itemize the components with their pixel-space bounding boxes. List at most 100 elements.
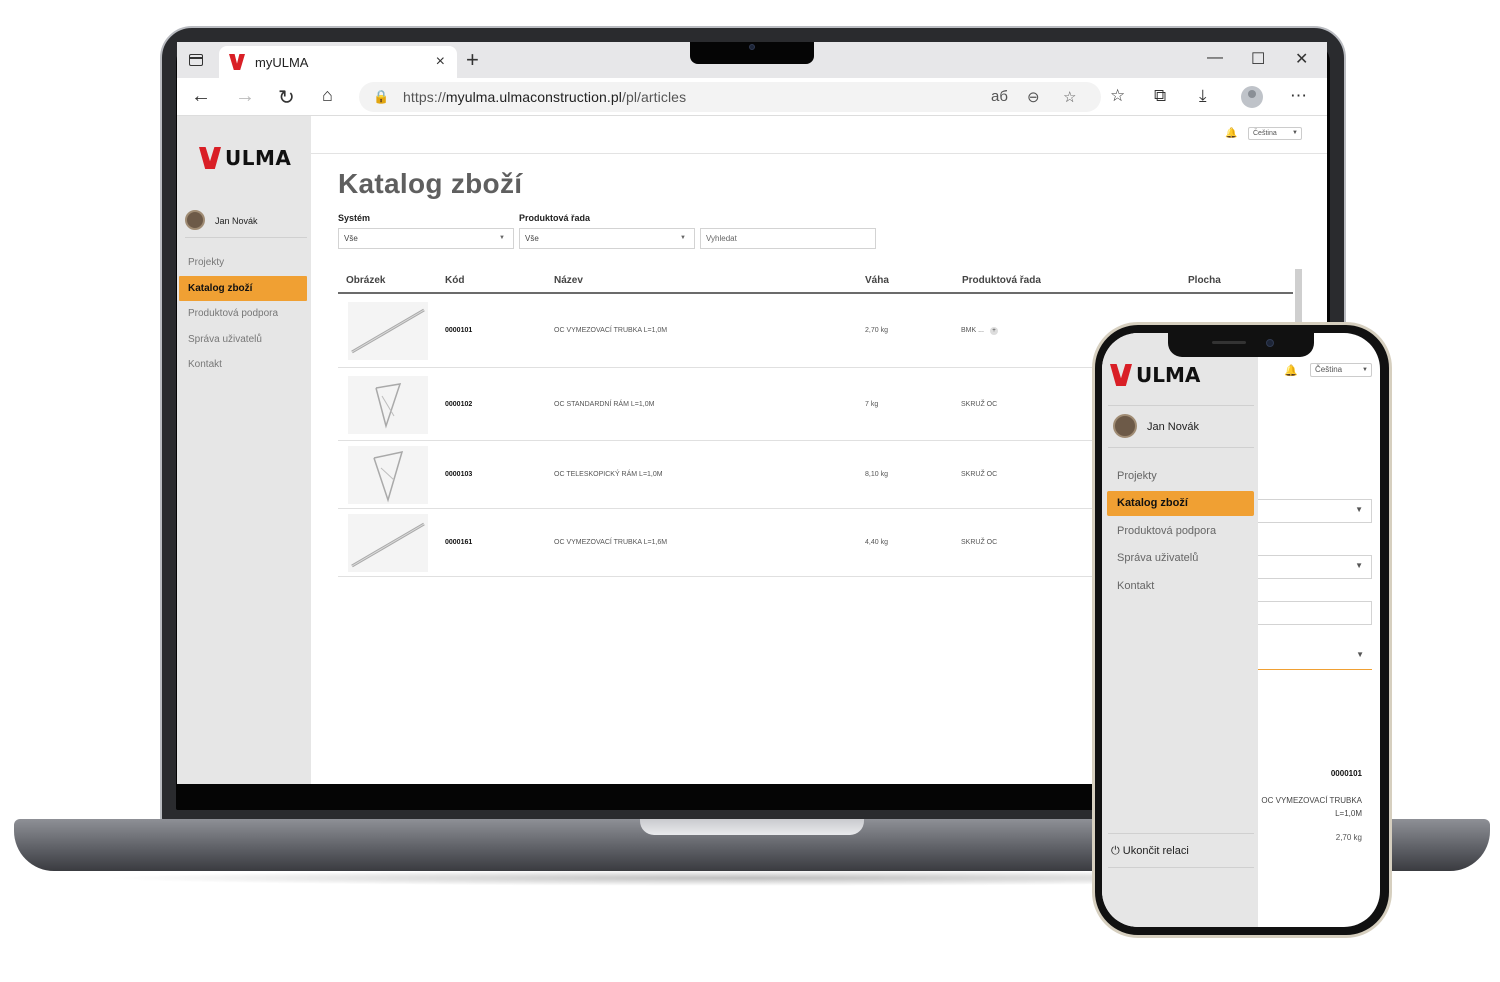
maximize-icon[interactable]: ☐ <box>1251 49 1265 69</box>
chevron-down-icon: ▼ <box>1362 367 1368 373</box>
url-prefix: https:// <box>403 89 446 105</box>
page-title: Katalog zboží <box>338 168 523 199</box>
system-select[interactable]: ▼ <box>1258 499 1372 523</box>
line-label: Produktová řada <box>519 213 591 223</box>
close-window-icon[interactable]: ✕ <box>1295 49 1308 69</box>
sidebar-item-uzivatele[interactable]: Správa uživatelů <box>179 327 307 352</box>
sidebar-item-katalog[interactable]: Katalog zboží <box>1107 491 1254 517</box>
row-line: SKRUŽ OC <box>961 539 998 546</box>
item-weight: 2,70 kg <box>1335 833 1362 842</box>
user-profile[interactable]: Jan Novák <box>185 210 307 238</box>
camera-icon <box>749 44 755 50</box>
ulma-favicon-icon <box>229 54 245 70</box>
scrollbar[interactable] <box>1295 269 1302 324</box>
ulma-logo-mark-icon <box>1110 364 1132 386</box>
sidebar-item-kontakt[interactable]: Kontakt <box>179 352 307 377</box>
back-icon[interactable]: ← <box>191 85 211 108</box>
ulma-logo-mark-icon <box>199 147 221 169</box>
search-input[interactable] <box>1258 601 1372 625</box>
ulma-logo-text[interactable]: ULMA <box>1136 363 1200 387</box>
logout-button[interactable]: ⏻ Ukončit relaci <box>1111 845 1189 858</box>
user-name[interactable]: Jan Novák <box>1147 421 1199 433</box>
column-header-code[interactable]: Kód <box>445 275 464 286</box>
product-image <box>348 514 428 572</box>
bell-icon[interactable]: 🔔 <box>1284 364 1298 377</box>
logout-label: Ukončit relaci <box>1122 845 1189 857</box>
favorites-icon[interactable]: ☆ <box>1110 86 1125 106</box>
sidebar-item-katalog[interactable]: Katalog zboží <box>179 275 307 301</box>
column-header-image[interactable]: Obrázek <box>346 275 385 286</box>
chevron-down-icon: ▼ <box>1355 505 1363 514</box>
row-line: BMK ... + <box>961 327 998 335</box>
new-tab-button[interactable]: + <box>466 47 479 73</box>
tab-actions-icon[interactable] <box>189 54 203 66</box>
phone-screen: 🔔 Čeština ▼ ▼ ▼ ▼ 0000101 OC VYMEZOVACÍ T… <box>1102 333 1380 927</box>
sidebar-item-uzivatele[interactable]: Správa uživatelů <box>1107 546 1254 571</box>
zoom-out-icon[interactable]: ⊖ <box>1027 88 1040 106</box>
sort-underline <box>1258 669 1372 670</box>
system-select[interactable]: Vše ▼ <box>338 228 514 249</box>
sidebar-menu: Projekty Katalog zboží Produktová podpor… <box>179 250 307 378</box>
more-info-icon[interactable]: + <box>989 327 998 335</box>
home-icon[interactable]: ⌂ <box>322 85 333 106</box>
add-favorite-icon[interactable]: ☆ <box>1063 88 1076 106</box>
tab-close-icon[interactable]: × <box>436 53 445 71</box>
minimize-icon[interactable]: — <box>1207 49 1223 67</box>
url-path: /pl/articles <box>621 89 687 105</box>
divider <box>1108 833 1254 834</box>
avatar <box>1113 414 1137 438</box>
sidebar-item-projekty[interactable]: Projekty <box>1107 464 1254 489</box>
chevron-down-icon: ▼ <box>1356 650 1364 659</box>
divider <box>1108 867 1254 868</box>
collections-icon[interactable]: ⧉ <box>1154 86 1166 106</box>
forward-icon[interactable]: → <box>235 85 255 108</box>
lock-icon[interactable]: 🔒 <box>373 89 389 105</box>
bell-icon[interactable]: 🔔 <box>1225 128 1237 139</box>
line-select[interactable]: Vše ▼ <box>519 228 695 249</box>
sidebar-item-podpora[interactable]: Produktová podpora <box>179 301 307 326</box>
sidebar-item-kontakt[interactable]: Kontakt <box>1107 574 1254 599</box>
column-header-name[interactable]: Název <box>554 275 583 286</box>
ulma-logo-text: ULMA <box>225 146 292 170</box>
column-header-weight[interactable]: Váha <box>865 275 889 286</box>
tab-title: myULMA <box>255 55 309 70</box>
read-aloud-icon[interactable]: аб <box>991 88 1008 105</box>
more-menu-icon[interactable]: ⋯ <box>1290 86 1307 106</box>
divider <box>1108 447 1254 448</box>
divider <box>1108 405 1254 406</box>
language-select[interactable]: Čeština ▼ <box>1310 363 1372 377</box>
url-text[interactable]: https://myulma.ulmaconstruction.pl/pl/ar… <box>403 89 686 105</box>
app-topbar: 🔔 Čeština ▼ <box>311 116 1327 154</box>
downloads-icon[interactable]: ⤓ <box>1199 86 1207 106</box>
column-header-area[interactable]: Plocha <box>1188 275 1221 286</box>
row-name: OC VYMEZOVACÍ TRUBKA L=1,6M <box>554 539 668 546</box>
address-bar[interactable]: 🔒 https://myulma.ulmaconstruction.pl/pl/… <box>359 82 1101 112</box>
row-code: 0000102 <box>445 401 473 408</box>
row-weight: 7 kg <box>865 401 879 408</box>
sidebar-item-podpora[interactable]: Produktová podpora <box>1107 519 1254 544</box>
row-code: 0000101 <box>445 327 473 334</box>
language-select[interactable]: Čeština ▼ <box>1248 127 1302 140</box>
reload-icon[interactable]: ↻ <box>278 85 295 110</box>
power-icon: ⏻ <box>1111 845 1120 857</box>
row-code: 0000103 <box>445 471 473 478</box>
search-input[interactable]: Vyhledat <box>700 228 876 249</box>
row-line-text: BMK ... <box>961 327 984 334</box>
profile-icon[interactable] <box>1241 86 1263 108</box>
product-image <box>348 302 428 360</box>
browser-tab[interactable]: myULMA × <box>219 46 457 78</box>
column-header-line[interactable]: Produktová řada <box>962 275 1041 286</box>
camera-icon <box>1266 339 1274 347</box>
laptop-notch <box>690 42 814 64</box>
sidebar-item-projekty[interactable]: Projekty <box>179 250 307 275</box>
line-value: Vše <box>525 234 539 243</box>
sidebar: ULMA Jan Novák Projekty Katalog zboží Pr… <box>177 116 311 784</box>
phone-notch <box>1168 333 1314 357</box>
sort-select[interactable]: ▼ <box>1258 645 1372 669</box>
browser-navbar: ← → ↻ ⌂ 🔒 https://myulma.ulmaconstructio… <box>177 78 1327 116</box>
row-name: OC VYMEZOVACÍ TRUBKA L=1,0M <box>554 327 668 334</box>
system-value: Vše <box>344 234 358 243</box>
line-select[interactable]: ▼ <box>1258 555 1372 579</box>
product-image <box>348 446 428 504</box>
url-host: myulma.ulmaconstruction.pl <box>445 89 622 105</box>
